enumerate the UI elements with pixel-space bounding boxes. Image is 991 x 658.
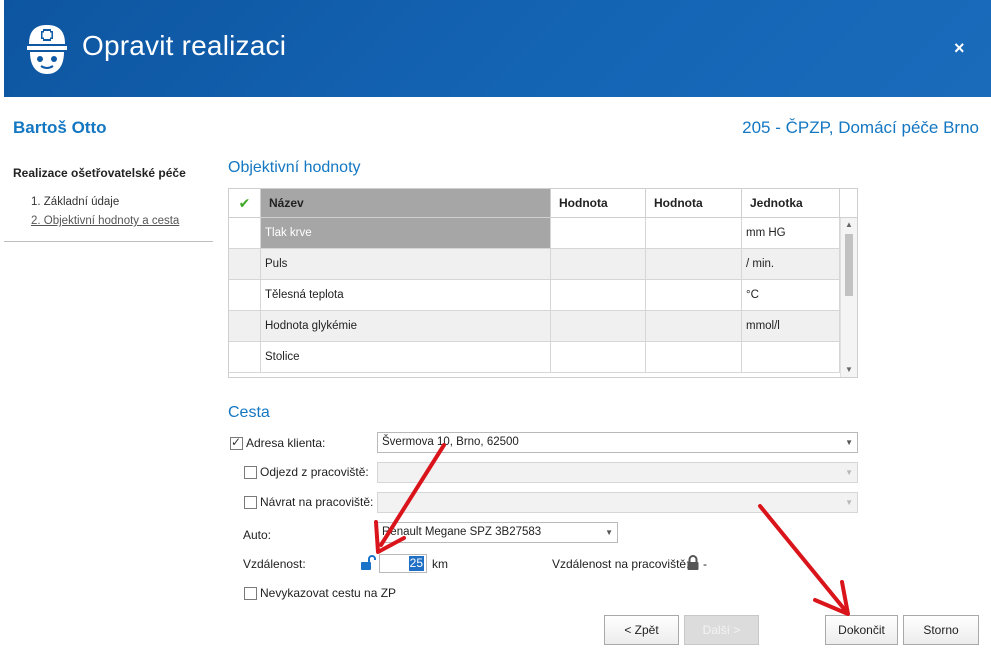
chevron-down-icon: ▼ [845, 438, 853, 447]
row-value-1[interactable] [551, 249, 646, 280]
annotation-arrowhead [813, 580, 850, 616]
nav-item-objective-values[interactable]: 2. Objektivní hodnoty a cesta [31, 215, 179, 227]
nav-divider [4, 241, 213, 242]
row-value-2[interactable] [646, 342, 742, 373]
row-unit: mm HG [742, 218, 840, 249]
row-value-1[interactable] [551, 280, 646, 311]
scrollbar-thumb[interactable] [845, 234, 853, 296]
lock-icon [687, 555, 699, 570]
row-name[interactable]: Tělesná teplota [261, 280, 551, 311]
row-name[interactable]: Tlak krve [261, 218, 551, 249]
row-value-2[interactable] [646, 311, 742, 342]
column-header-value-1[interactable]: Hodnota [551, 189, 646, 218]
client-address-checkbox[interactable] [230, 435, 243, 450]
no-report-checkbox[interactable] [244, 587, 257, 600]
table-row[interactable]: Stolice [229, 342, 840, 373]
table-row[interactable]: Tělesná teplota °C [229, 280, 840, 311]
nav-title: Realizace ošetřovatelské péče [13, 166, 186, 180]
checkmark-icon: ✔ [229, 189, 261, 218]
back-button[interactable]: < Zpět [604, 615, 679, 645]
row-value-2[interactable] [646, 218, 742, 249]
row-name[interactable]: Hodnota glykémie [261, 311, 551, 342]
objective-values-grid: ✔ Název Hodnota Hodnota Jednotka Tlak kr… [228, 188, 858, 378]
row-value-1[interactable] [551, 218, 646, 249]
no-report-label: Nevykazovat cestu na ZP [260, 586, 397, 600]
row-name[interactable]: Stolice [261, 342, 551, 373]
scroll-up-icon[interactable]: ▲ [845, 220, 853, 229]
row-value-2[interactable] [646, 249, 742, 280]
row-value-2[interactable] [646, 280, 742, 311]
grid-scrollbar[interactable]: ▲ ▼ [840, 218, 857, 377]
chevron-down-icon: ▼ [845, 468, 853, 477]
section-title-trip: Cesta [228, 404, 270, 421]
departure-label: Odjezd z pracoviště: [260, 465, 369, 479]
row-unit [742, 342, 840, 373]
scroll-down-icon[interactable]: ▼ [845, 365, 853, 374]
distance-value: 25 [408, 556, 424, 571]
car-select[interactable]: Renault Megane SPZ 3B27583 ▼ [377, 522, 618, 543]
chevron-down-icon: ▼ [605, 528, 613, 537]
column-header-name[interactable]: Název [261, 189, 551, 218]
return-select[interactable]: ▼ [377, 492, 858, 513]
client-address-value: Švermova 10, Brno, 62500 [382, 436, 519, 448]
table-row[interactable]: Puls / min. [229, 249, 840, 280]
next-button[interactable]: Další > [684, 615, 759, 645]
title-bar: Opravit realizaci × [4, 0, 991, 97]
table-row[interactable]: Tlak krve mm HG [229, 218, 840, 249]
distance-unit: km [432, 557, 448, 571]
window-title: Opravit realizaci [82, 30, 287, 61]
column-header-unit[interactable]: Jednotka [742, 189, 840, 218]
row-value-1[interactable] [551, 342, 646, 373]
column-header-value-2[interactable]: Hodnota [646, 189, 742, 218]
finish-button[interactable]: Dokončit [825, 615, 898, 645]
row-unit: / min. [742, 249, 840, 280]
car-value: Renault Megane SPZ 3B27583 [382, 526, 542, 538]
annotation-arrow [758, 504, 847, 612]
row-value-1[interactable] [551, 311, 646, 342]
patient-name: Bartoš Otto [13, 118, 107, 137]
client-address-label: Adresa klienta: [246, 436, 326, 450]
workplace-distance-label: Vzdálenost na pracoviště: [552, 557, 690, 571]
nav-item-basic-info[interactable]: 1. Základní údaje [31, 196, 119, 208]
cancel-button[interactable]: Storno [903, 615, 979, 645]
row-unit: °C [742, 280, 840, 311]
close-icon[interactable]: × [954, 38, 965, 59]
car-label: Auto: [243, 528, 272, 542]
return-checkbox[interactable] [244, 496, 257, 509]
column-header-spacer [840, 189, 857, 218]
table-row[interactable]: Hodnota glykémie mmol/l [229, 311, 840, 342]
nurse-icon [27, 25, 67, 74]
section-title-objective: Objektivní hodnoty [228, 159, 361, 176]
row-name[interactable]: Puls [261, 249, 551, 280]
unlock-icon[interactable] [360, 555, 376, 571]
client-address-select[interactable]: Švermova 10, Brno, 62500 ▼ [377, 432, 858, 453]
departure-select[interactable]: ▼ [377, 462, 858, 483]
insurer-info: 205 - ČPZP, Domácí péče Brno [742, 118, 979, 137]
return-label: Návrat na pracoviště: [260, 495, 374, 509]
chevron-down-icon: ▼ [845, 498, 853, 507]
workplace-distance-value: - [703, 557, 707, 571]
distance-input[interactable]: 25 [379, 554, 427, 573]
departure-checkbox[interactable] [244, 466, 257, 479]
distance-label: Vzdálenost: [243, 557, 306, 571]
row-unit: mmol/l [742, 311, 840, 342]
